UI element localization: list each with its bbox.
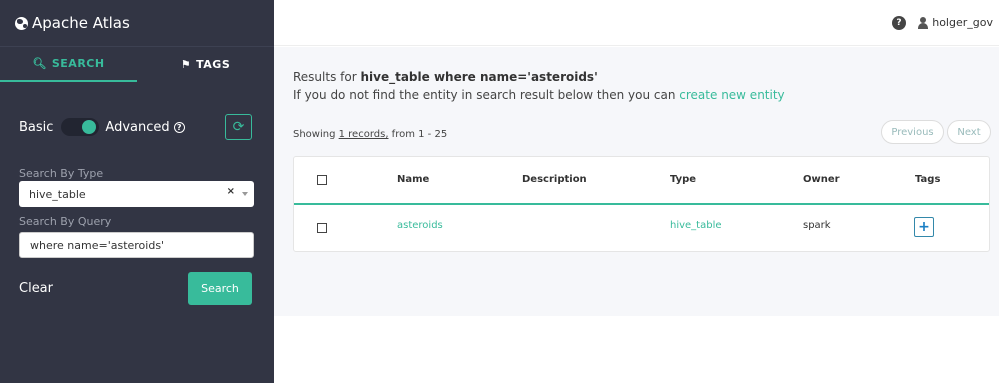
- entity-type-link[interactable]: hive_table: [670, 220, 722, 231]
- toggle-knob: [82, 120, 97, 134]
- results-title: Results for hive_table where name='aster…: [293, 70, 598, 84]
- mode-advanced-label: Advanced: [105, 119, 170, 135]
- showing-suffix: from 1 - 25: [388, 129, 448, 140]
- results-table: Name Description Type Owner Tags asteroi…: [293, 156, 990, 252]
- hint-text: If you do not find the entity in search …: [293, 88, 785, 102]
- search-mode-row: Basic Advanced ? ⟳: [19, 114, 252, 140]
- user-menu[interactable]: holger_gov: [918, 16, 993, 29]
- table-row: asteroids hive_table spark +: [294, 207, 989, 251]
- table-header: Name Description Type Owner Tags: [294, 157, 989, 205]
- chevron-down-icon[interactable]: [242, 192, 248, 196]
- refresh-icon: ⟳: [232, 119, 245, 135]
- search-by-type-label: Search By Type: [19, 167, 104, 180]
- results-prefix: Results for: [293, 70, 361, 84]
- search-query-input[interactable]: where name='asteroids': [19, 232, 254, 258]
- username: holger_gov: [932, 16, 993, 29]
- showing-prefix: Showing: [293, 129, 339, 140]
- create-entity-link[interactable]: create new entity: [679, 88, 784, 102]
- header-description[interactable]: Description: [522, 174, 587, 185]
- search-icon: 🔍︎: [32, 57, 47, 70]
- brand-title: Apache Atlas: [32, 14, 130, 32]
- header-tags: Tags: [915, 174, 941, 185]
- tab-search-label: SEARCH: [51, 57, 105, 70]
- mode-toggle[interactable]: [61, 118, 100, 136]
- showing-records-link[interactable]: 1 records,: [339, 129, 389, 140]
- tab-tags-label: TAGS: [196, 58, 231, 71]
- search-by-query-label: Search By Query: [19, 215, 112, 228]
- brand[interactable]: Apache Atlas: [0, 0, 274, 46]
- clear-button[interactable]: Clear: [19, 281, 53, 296]
- select-value: hive_table: [29, 187, 86, 201]
- tab-tags[interactable]: ⚑ TAGS: [137, 47, 274, 82]
- header-name[interactable]: Name: [397, 174, 429, 185]
- sidebar-tabs: 🔍︎ SEARCH ⚑ TAGS: [0, 46, 274, 82]
- search-button[interactable]: Search: [188, 272, 252, 305]
- entity-name-link[interactable]: asteroids: [397, 220, 443, 231]
- header-owner[interactable]: Owner: [803, 174, 840, 185]
- next-button[interactable]: Next: [947, 120, 991, 144]
- clear-select-icon[interactable]: ×: [227, 186, 235, 197]
- mode-basic-label: Basic: [19, 119, 54, 135]
- top-bar: ? holger_gov: [274, 0, 999, 46]
- previous-button[interactable]: Previous: [881, 120, 944, 144]
- tab-search[interactable]: 🔍︎ SEARCH: [0, 47, 137, 82]
- row-checkbox[interactable]: [317, 223, 327, 233]
- select-all-checkbox[interactable]: [317, 175, 327, 185]
- main-content: Results for hive_table where name='aster…: [274, 47, 999, 316]
- add-tag-button[interactable]: +: [914, 217, 934, 237]
- globe-icon: [15, 16, 28, 30]
- help-circle-icon[interactable]: ?: [892, 16, 906, 30]
- hint-text-body: If you do not find the entity in search …: [293, 88, 680, 102]
- search-by-type-select[interactable]: hive_table ×: [19, 181, 254, 207]
- entity-owner: spark: [803, 220, 831, 231]
- help-icon[interactable]: ?: [173, 121, 185, 133]
- tags-icon: ⚑: [180, 58, 192, 71]
- results-query: hive_table where name='asteroids': [360, 70, 598, 84]
- record-count: Showing 1 records, from 1 - 25: [293, 129, 447, 140]
- user-icon: [918, 16, 929, 29]
- sidebar: Apache Atlas 🔍︎ SEARCH ⚑ TAGS Basic Adva…: [0, 0, 274, 383]
- header-type[interactable]: Type: [670, 174, 696, 185]
- refresh-button[interactable]: ⟳: [225, 114, 252, 140]
